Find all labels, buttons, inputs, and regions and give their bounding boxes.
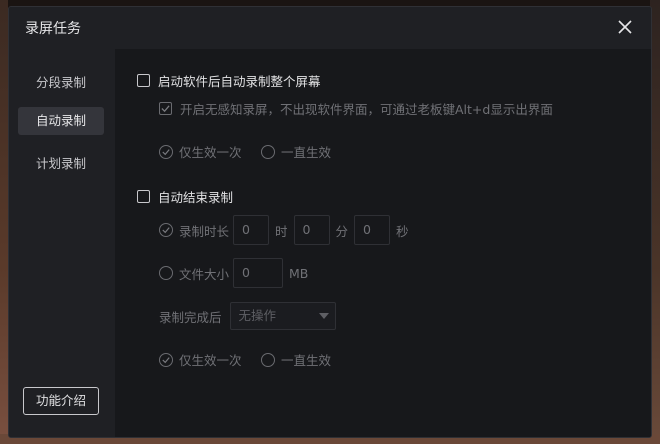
filesize-label: 文件大小 — [179, 266, 230, 282]
background-left — [0, 0, 8, 444]
duration-row: 录制时长 0 时 0 分 0 秒 — [159, 215, 415, 245]
hours-input[interactable]: 0 — [233, 215, 270, 245]
silent-record-row[interactable]: 开启无感知录屏，不出现软件界面，可通过老板键Alt+d显示出界面 — [159, 99, 553, 118]
dialog-titlebar: 录屏任务 — [9, 7, 651, 49]
chevron-down-icon — [318, 313, 329, 319]
hours-unit: 时 — [275, 223, 288, 239]
close-icon — [618, 20, 632, 34]
after-complete-select[interactable]: 无操作 — [229, 302, 336, 330]
record-task-dialog: 录屏任务 分段录制 自动录制 计划录制 功能介绍 启动软件后自动录制整个屏幕 开… — [8, 6, 652, 438]
check-icon — [162, 148, 170, 155]
silent-record-checkbox[interactable] — [159, 102, 172, 115]
radio-stop-effect-always[interactable] — [261, 352, 275, 367]
sidebar-item-auto-record[interactable]: 自动录制 — [18, 107, 104, 135]
seconds-unit: 秒 — [396, 223, 409, 239]
radio-filesize[interactable] — [159, 266, 173, 280]
auto-start-checkbox[interactable] — [137, 74, 150, 87]
check-icon — [162, 227, 170, 234]
duration-label: 录制时长 — [179, 223, 230, 239]
content-panel: 启动软件后自动录制整个屏幕 开启无感知录屏，不出现软件界面，可通过老板键Alt+… — [115, 49, 651, 437]
auto-stop-label: 自动结束录制 — [158, 190, 234, 205]
effect-once-label: 仅生效一次 — [179, 145, 242, 160]
filesize-unit: MB — [289, 265, 309, 281]
radio-stop-effect-once[interactable] — [159, 352, 173, 367]
sidebar: 分段录制 自动录制 计划录制 功能介绍 — [9, 49, 115, 437]
check-icon — [161, 105, 170, 113]
stop-effect-always-label: 一直生效 — [281, 353, 332, 368]
sidebar-item-segment-record[interactable]: 分段录制 — [18, 69, 104, 97]
filesize-input[interactable]: 0 — [233, 258, 284, 288]
auto-start-row[interactable]: 启动软件后自动录制整个屏幕 — [137, 71, 321, 90]
after-complete-label: 录制完成后 — [159, 309, 222, 325]
close-button[interactable] — [617, 19, 633, 35]
minutes-input[interactable]: 0 — [293, 215, 330, 245]
after-complete-value: 无操作 — [238, 308, 277, 323]
radio-effect-always[interactable] — [261, 144, 275, 159]
minutes-unit: 分 — [335, 223, 349, 239]
after-complete-row: 录制完成后 无操作 — [159, 302, 336, 330]
check-icon — [162, 356, 170, 363]
filesize-row: 文件大小 0 MB — [159, 258, 314, 288]
auto-start-label: 启动软件后自动录制整个屏幕 — [158, 74, 321, 89]
auto-stop-effect-once[interactable]: 仅生效一次 — [159, 350, 242, 369]
auto-stop-checkbox[interactable] — [137, 190, 150, 203]
auto-stop-effect-always[interactable]: 一直生效 — [261, 350, 331, 369]
dialog-title: 录屏任务 — [25, 21, 81, 37]
radio-effect-once[interactable] — [159, 144, 173, 159]
seconds-input[interactable]: 0 — [354, 215, 391, 245]
sidebar-item-scheduled-record[interactable]: 计划录制 — [18, 150, 104, 178]
effect-always-label: 一直生效 — [281, 145, 332, 160]
auto-stop-row[interactable]: 自动结束录制 — [137, 187, 233, 206]
auto-start-effect-once[interactable]: 仅生效一次 — [159, 142, 242, 161]
radio-duration[interactable] — [159, 223, 173, 237]
auto-start-effect-always[interactable]: 一直生效 — [261, 142, 331, 161]
silent-record-label: 开启无感知录屏，不出现软件界面，可通过老板键Alt+d显示出界面 — [180, 102, 553, 117]
stop-effect-once-label: 仅生效一次 — [179, 353, 242, 368]
feature-intro-button[interactable]: 功能介绍 — [23, 387, 99, 415]
